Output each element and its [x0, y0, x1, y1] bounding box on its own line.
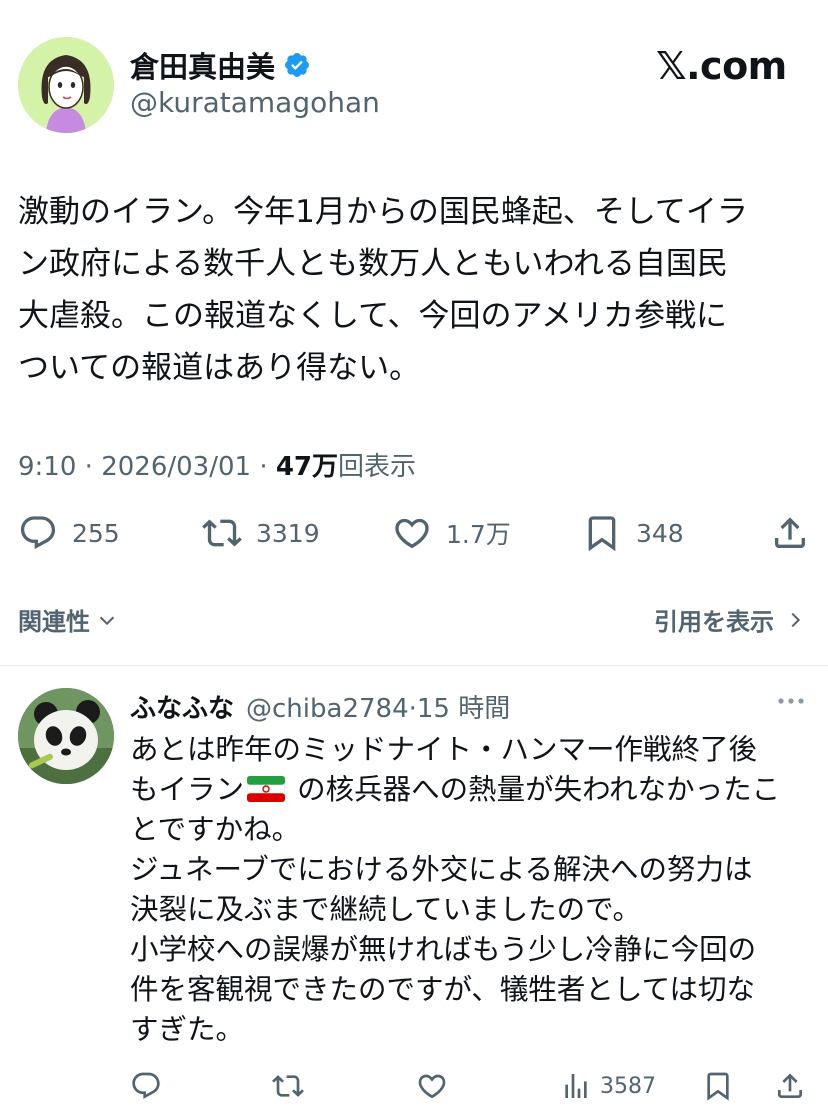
cartoon-woman-avatar-icon — [18, 37, 114, 133]
reply-repost-button[interactable] — [272, 1066, 304, 1106]
reply-author-name[interactable]: ふなふな — [130, 688, 234, 725]
reply-bookmark-button[interactable] — [702, 1066, 734, 1106]
bookmark-icon — [588, 516, 616, 552]
reply-reply-button[interactable] — [130, 1066, 162, 1106]
reply-tweet[interactable]: ふなふな @chiba2784 · 15 時間 あとは昨年のミッドナイト・ハンマ… — [0, 666, 828, 1109]
tweet-meta: 9:10 · 2026/03/01 · 47万回表示 — [18, 446, 416, 483]
repost-icon — [272, 1075, 304, 1097]
reply-actions: 3587 — [0, 1066, 828, 1106]
reply-author-handle[interactable]: @chiba2784 — [246, 694, 409, 724]
reply-text: あとは昨年のミッドナイト・ハンマー作戦終了後 もイラン の核兵器への熱量が失われ… — [130, 730, 820, 1050]
tweet-actions: 255 3319 1.7万 348 — [0, 510, 828, 556]
author-avatar[interactable] — [18, 37, 114, 133]
heart-icon — [395, 518, 429, 549]
more-options-icon[interactable] — [776, 696, 806, 706]
meta-separator: · — [259, 452, 276, 482]
reply-text-part: の核兵器への熱量が失われなかったこ とですかね。 ジュネーブでにおける外交による… — [130, 773, 781, 1046]
tweet-text: 激動のイラン。今年1月からの国民蜂起、そしてイラ ン政府による数千人とも数万人と… — [18, 194, 748, 386]
repost-button[interactable]: 3319 — [202, 510, 320, 556]
meta-separator: · — [408, 694, 417, 724]
relevance-sort-dropdown[interactable]: 関連性 — [18, 602, 118, 637]
reply-button[interactable]: 255 — [18, 510, 120, 556]
repost-count: 3319 — [256, 518, 320, 548]
sort-row: 関連性 引用を表示 — [0, 596, 828, 642]
reply-time[interactable]: 15 時間 — [417, 688, 510, 725]
reply-count: 255 — [72, 518, 120, 548]
bookmark-icon — [707, 1072, 729, 1101]
chevron-down-icon — [99, 616, 115, 625]
like-button[interactable]: 1.7万 — [392, 510, 511, 556]
author-handle[interactable]: @kuratamagohan — [130, 86, 380, 119]
meta-separator: · — [84, 452, 102, 482]
panda-avatar-icon — [18, 688, 114, 784]
quotes-label: 引用を表示 — [654, 608, 774, 636]
reply-icon — [20, 516, 56, 550]
relevance-label: 関連性 — [18, 608, 90, 636]
x-logo: 𝕏.com — [656, 44, 787, 88]
share-icon — [778, 1073, 802, 1098]
reply-header: ふなふな @chiba2784 · 15 時間 — [130, 688, 510, 725]
view-quotes-link[interactable]: 引用を表示 — [654, 602, 806, 637]
tweet-header: 倉田真由美 @kuratamagohan 𝕏.com — [0, 0, 828, 140]
views-label: 回表示 — [338, 452, 417, 482]
repost-icon — [202, 519, 242, 547]
reply-views-count: 3587 — [600, 1073, 656, 1099]
views-chart-icon — [565, 1074, 587, 1098]
views-count: 47万 — [275, 452, 339, 482]
author-name[interactable]: 倉田真由美 — [130, 44, 275, 86]
tweet-time[interactable]: 9:10 — [18, 452, 76, 482]
reply-share-button[interactable] — [774, 1066, 806, 1106]
chevron-right-icon — [791, 612, 801, 627]
iran-flag-icon — [247, 776, 286, 802]
bookmark-button[interactable]: 348 — [582, 510, 684, 556]
like-count: 1.7万 — [446, 520, 511, 549]
heart-icon — [418, 1074, 446, 1099]
author-name-row: 倉田真由美 — [130, 44, 311, 86]
tweet-date[interactable]: 2026/03/01 — [101, 452, 251, 482]
verified-badge-icon — [285, 53, 309, 77]
reply-avatar[interactable] — [18, 688, 114, 784]
share-icon — [775, 517, 805, 548]
share-button[interactable] — [770, 510, 810, 556]
bookmark-count: 348 — [636, 518, 684, 548]
reply-like-button[interactable] — [416, 1066, 448, 1106]
reply-icon — [132, 1072, 160, 1099]
reply-views-button[interactable]: 3587 — [560, 1066, 656, 1106]
